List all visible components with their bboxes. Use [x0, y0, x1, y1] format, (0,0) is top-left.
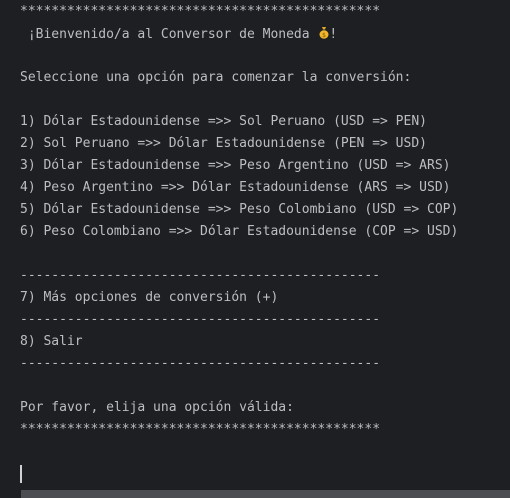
menu-option-6: 6) Peso Colombiano =>> Dólar Estadounide… — [20, 224, 459, 239]
menu-option-8: 8) Salir — [20, 334, 83, 349]
border-top: ****************************************… — [20, 4, 381, 19]
menu-option-5: 5) Dólar Estadounidense =>> Peso Colombi… — [20, 202, 459, 217]
welcome-text: ¡Bienvenido/a al Conversor de Moneda — [20, 27, 318, 42]
welcome-line: ¡Bienvenido/a al Conversor de Moneda $! — [20, 26, 337, 42]
console-output[interactable]: ****************************************… — [0, 0, 510, 498]
menu-option-4: 4) Peso Argentino =>> Dólar Estadouniden… — [20, 180, 451, 195]
svg-text:$: $ — [323, 32, 327, 39]
welcome-exclamation: ! — [329, 27, 338, 42]
input-caret[interactable] — [20, 465, 22, 483]
money-bag-icon: $ — [319, 26, 329, 39]
menu-option-3: 3) Dólar Estadounidense =>> Peso Argenti… — [20, 158, 451, 173]
prompt-select: Seleccione una opción para comenzar la c… — [20, 70, 412, 85]
separator-2: ----------------------------------------… — [20, 312, 381, 327]
separator-1: ----------------------------------------… — [20, 268, 381, 283]
prompt-choose: Por favor, elija una opción válida: — [20, 400, 294, 415]
border-bottom: ****************************************… — [20, 422, 381, 437]
separator-3: ----------------------------------------… — [20, 356, 381, 371]
menu-option-2: 2) Sol Peruano =>> Dólar Estadounidense … — [20, 136, 427, 151]
menu-option-7: 7) Más opciones de conversión (+) — [20, 290, 279, 305]
horizontal-scrollbar[interactable] — [21, 490, 510, 498]
menu-option-1: 1) Dólar Estadounidense =>> Sol Peruano … — [20, 114, 427, 129]
